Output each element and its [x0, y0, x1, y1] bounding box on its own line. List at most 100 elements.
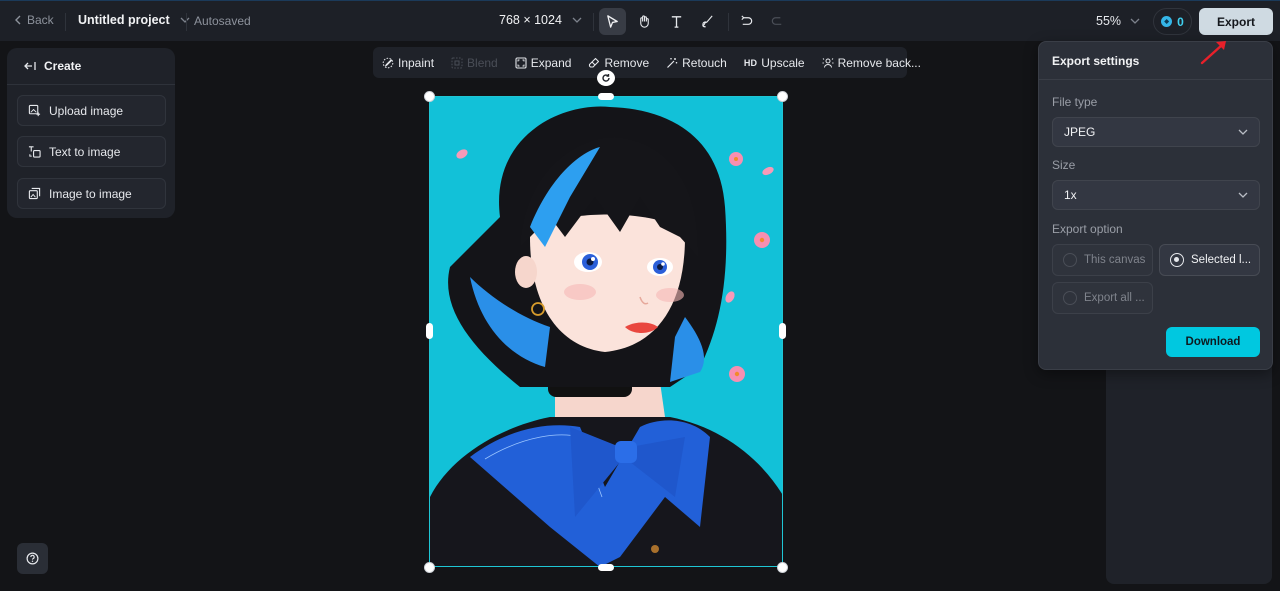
cursor-arrow-icon: [607, 15, 618, 28]
annotation-arrow-icon: [1200, 41, 1226, 65]
inpaint-button[interactable]: Inpaint: [382, 56, 434, 70]
retouch-button[interactable]: Retouch: [666, 56, 727, 70]
option-label: Export all ...: [1084, 292, 1145, 304]
download-button[interactable]: Download: [1166, 327, 1260, 357]
divider: [728, 13, 729, 31]
export-option-label: Export option: [1052, 222, 1123, 236]
redo-icon: [771, 17, 782, 25]
blend-label: Blend: [467, 55, 498, 70]
expand-button[interactable]: Expand: [515, 55, 572, 70]
text-icon: [671, 16, 682, 28]
remove-background-label: Remove back...: [837, 55, 921, 70]
remove-label: Remove: [604, 55, 650, 70]
app-root: Back Untitled project Autosaved 768 × 10…: [0, 0, 1280, 591]
option-label: Selected l...: [1191, 254, 1252, 266]
divider: [65, 13, 66, 31]
magic-wand-icon: [667, 57, 678, 68]
upload-image-button[interactable]: Upload image: [17, 95, 166, 126]
redo-button[interactable]: [764, 8, 791, 35]
project-title: Untitled project: [78, 13, 170, 27]
brush-tool-button[interactable]: [694, 8, 721, 35]
hand-icon: [640, 15, 649, 28]
blend-icon: [451, 57, 463, 68]
expand-label: Expand: [530, 55, 572, 70]
file-type-select[interactable]: JPEG: [1052, 117, 1260, 147]
export-settings-title: Export settings: [1039, 42, 1272, 80]
remove-button[interactable]: Remove: [588, 56, 649, 70]
image-to-image-label: Image to image: [49, 186, 132, 201]
export-settings-popup: Export settings File type JPEG Size 1x E…: [1038, 41, 1273, 370]
edit-toolbar: Inpaint Blend Expand Remove Retouch HD U…: [373, 47, 921, 78]
create-panel-header[interactable]: Create: [7, 48, 175, 85]
zoom-dropdown[interactable]: 55%: [1096, 14, 1140, 28]
undo-button[interactable]: [733, 8, 760, 35]
resize-handle-right[interactable]: [779, 323, 786, 339]
text-to-image-label: Text to image: [49, 144, 121, 159]
text-to-image-button[interactable]: Text to image: [17, 136, 166, 167]
file-type-value: JPEG: [1064, 125, 1096, 139]
zoom-level: 55%: [1096, 14, 1122, 28]
radio-button-selected: [1170, 253, 1184, 267]
create-panel-title: Create: [44, 59, 82, 73]
hd-icon: HD: [743, 57, 758, 68]
hand-tool-button[interactable]: [631, 8, 658, 35]
chevron-down-icon: [180, 17, 190, 23]
resize-handle-top-right[interactable]: [777, 91, 788, 102]
resize-handle-top[interactable]: [598, 93, 614, 100]
remove-background-button[interactable]: Remove back...: [822, 56, 921, 70]
upload-image-icon: [28, 104, 41, 117]
rotate-icon: [602, 74, 610, 82]
top-bar: Back Untitled project Autosaved 768 × 10…: [0, 0, 1280, 41]
upload-image-label: Upload image: [49, 103, 124, 118]
resize-handle-left[interactable]: [426, 323, 433, 339]
eraser-icon: [589, 57, 600, 68]
divider: [186, 13, 187, 31]
upscale-button[interactable]: HD Upscale: [744, 56, 805, 70]
blend-button[interactable]: Blend: [451, 56, 498, 70]
help-button[interactable]: [17, 543, 48, 574]
size-value: 1x: [1064, 188, 1077, 202]
resize-handle-bottom-right[interactable]: [777, 562, 788, 573]
credits-count: 0: [1177, 14, 1184, 29]
inpaint-icon: [382, 57, 394, 68]
canvas-size-dropdown[interactable]: 768 × 1024: [499, 13, 582, 27]
collapse-left-icon: [24, 62, 36, 70]
back-button[interactable]: Back: [14, 13, 54, 27]
resize-handle-bottom[interactable]: [598, 564, 614, 571]
autosave-status: Autosaved: [194, 14, 251, 28]
image-to-image-button[interactable]: Image to image: [17, 178, 166, 209]
size-select[interactable]: 1x: [1052, 180, 1260, 210]
text-to-image-icon: [28, 146, 41, 158]
chevron-down-icon: [572, 17, 582, 23]
size-label: Size: [1052, 158, 1076, 172]
brush-icon: [702, 15, 713, 28]
resize-handle-bottom-left[interactable]: [424, 562, 435, 573]
credits-badge[interactable]: 0: [1153, 8, 1192, 35]
radio-button: [1063, 291, 1077, 305]
inpaint-label: Inpaint: [398, 55, 435, 70]
select-tool-button[interactable]: [599, 8, 626, 35]
export-button[interactable]: Export: [1199, 8, 1273, 35]
option-export-all[interactable]: Export all ...: [1052, 282, 1153, 314]
expand-icon: [515, 56, 527, 69]
radio-button: [1063, 253, 1077, 267]
artwork-illustration: [430, 97, 782, 566]
chevron-left-icon: [15, 15, 21, 25]
option-this-canvas[interactable]: This canvas: [1052, 244, 1153, 276]
resize-handle-top-left[interactable]: [424, 91, 435, 102]
option-label: This canvas: [1084, 254, 1146, 266]
chevron-down-icon: [1238, 192, 1248, 198]
option-selected-layers[interactable]: Selected l...: [1159, 244, 1260, 276]
upscale-label: Upscale: [761, 55, 805, 70]
text-tool-button[interactable]: [663, 8, 690, 35]
create-panel: Create Upload image Text to image Image …: [7, 48, 175, 218]
canvas-size: 768 × 1024: [499, 13, 562, 27]
rotate-handle[interactable]: [597, 70, 615, 86]
canvas-image[interactable]: [429, 96, 783, 567]
file-type-label: File type: [1052, 95, 1098, 109]
back-label: Back: [27, 13, 54, 27]
undo-icon: [741, 15, 753, 25]
project-title-dropdown[interactable]: Untitled project: [78, 13, 190, 27]
chevron-down-icon: [1238, 129, 1248, 135]
retouch-label: Retouch: [682, 55, 727, 70]
